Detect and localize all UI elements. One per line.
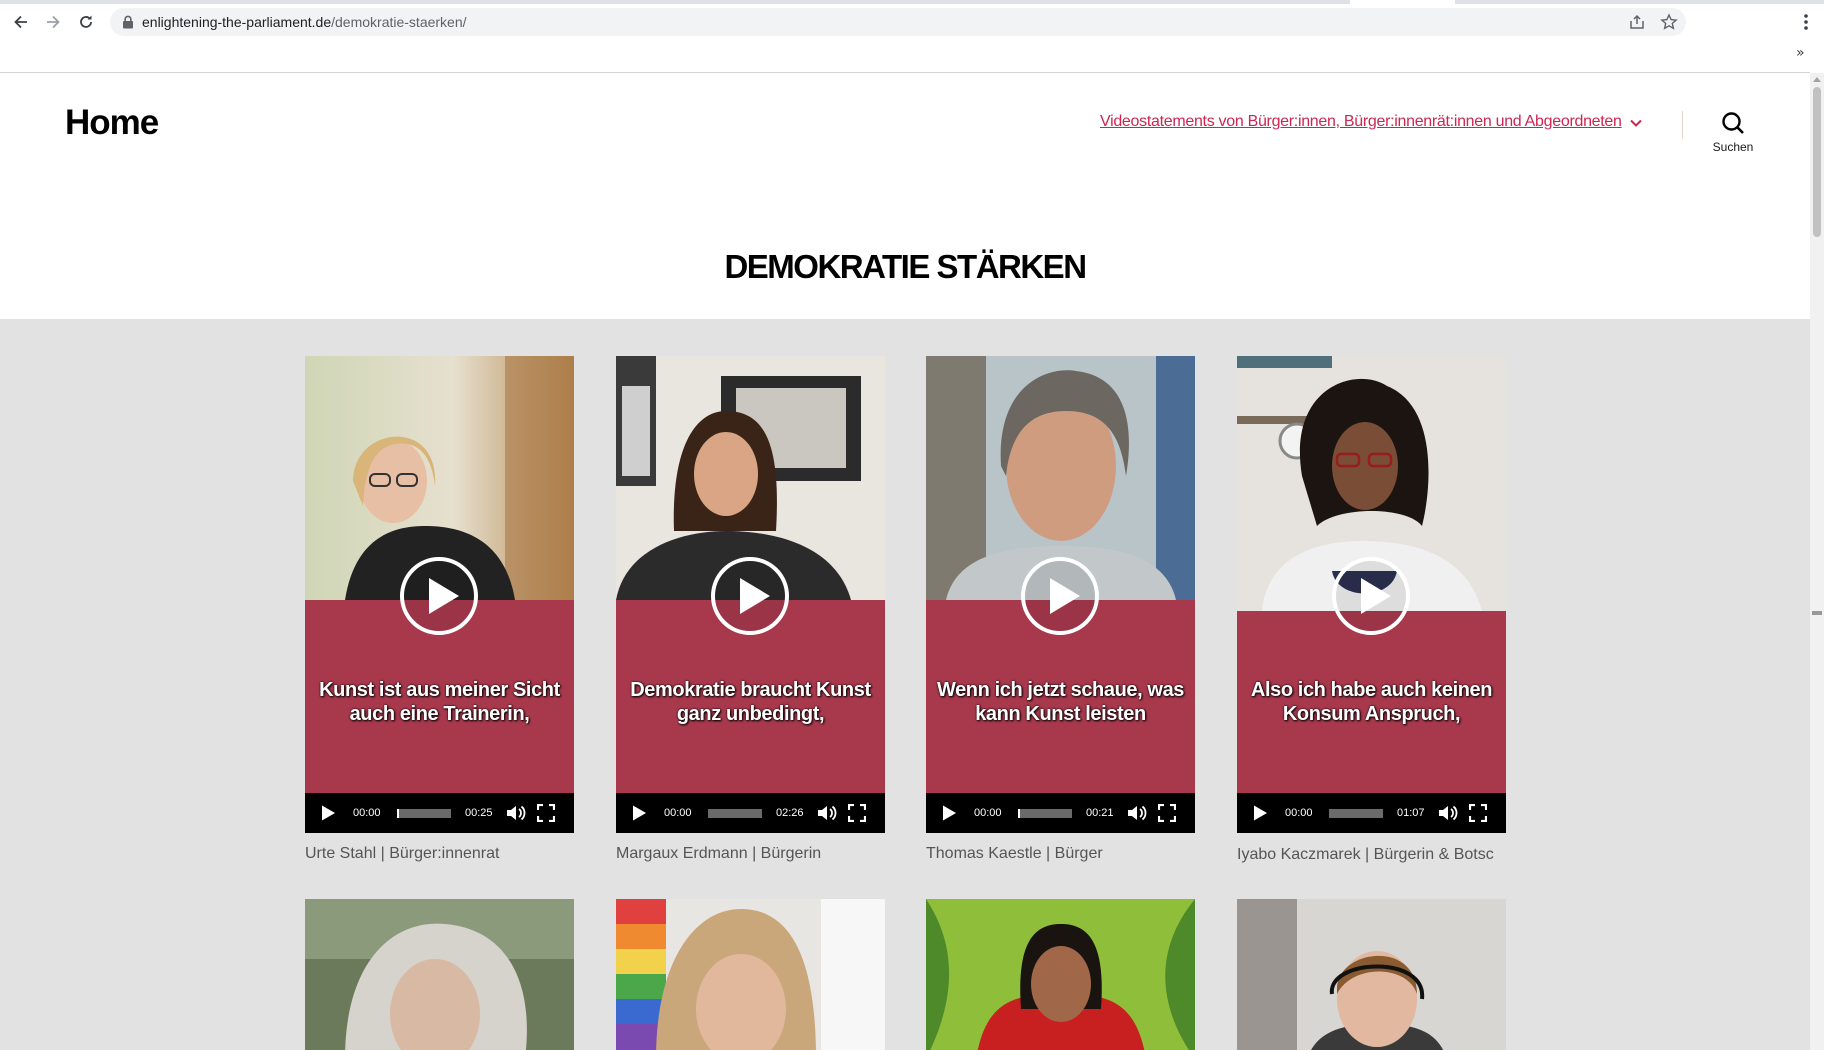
- video-caption: Also ich habe auch keinen Konsum Anspruc…: [1250, 679, 1493, 725]
- search-button[interactable]: Suchen: [1703, 111, 1763, 157]
- fullscreen-icon[interactable]: [848, 804, 866, 822]
- lock-icon: [123, 15, 133, 29]
- url-path: /demokratie-staerken/: [331, 14, 467, 30]
- play-icon[interactable]: [1020, 556, 1100, 636]
- video-thumbnail-card[interactable]: [305, 899, 574, 1050]
- nav-item-videostatements[interactable]: Videostatements von Bürger:innen, Bürger…: [1100, 113, 1622, 131]
- play-icon[interactable]: [940, 804, 958, 822]
- video-thumbnail: [926, 899, 1195, 1050]
- video-thumbnail-card[interactable]: [616, 899, 885, 1050]
- play-icon[interactable]: [1331, 556, 1411, 636]
- video-author-wrap: Iyabo Kaczmarek | Bürgerin & Botsc: [1237, 845, 1506, 872]
- video-author: Margaux Erdmann | Bürgerin: [616, 845, 822, 862]
- volume-icon[interactable]: [506, 804, 526, 822]
- scrollbar[interactable]: [1810, 73, 1824, 1050]
- progress-handle[interactable]: [1018, 809, 1020, 818]
- fullscreen-icon[interactable]: [1469, 804, 1487, 822]
- duration: 01:07: [1397, 807, 1425, 819]
- search-label: Suchen: [1712, 140, 1754, 154]
- video-controls: 00:00 00:25: [305, 793, 574, 833]
- header-divider: [1682, 111, 1683, 139]
- progress-bar[interactable]: [397, 809, 451, 818]
- video-author: Thomas Kaestle | Bürger: [926, 845, 1103, 862]
- reload-button[interactable]: [73, 9, 99, 35]
- share-icon[interactable]: [1628, 13, 1646, 31]
- url-host: enlightening-the-parliament.de: [142, 14, 332, 30]
- video-player[interactable]: Demokratie braucht Kunst ganz unbedingt,…: [616, 356, 885, 833]
- url-text: enlightening-the-parliament.de/demokrati…: [142, 14, 467, 30]
- duration: 02:26: [776, 807, 804, 819]
- video-controls: 00:00 02:26: [616, 793, 885, 833]
- volume-icon[interactable]: [1127, 804, 1147, 822]
- address-bar[interactable]: enlightening-the-parliament.de/demokrati…: [110, 8, 1686, 36]
- play-icon[interactable]: [710, 556, 790, 636]
- extensions-overflow-button[interactable]: »: [1796, 45, 1805, 61]
- volume-icon[interactable]: [1438, 804, 1458, 822]
- current-time: 00:00: [1285, 807, 1313, 819]
- page-title: DEMOKRATIE STÄRKEN: [724, 248, 1087, 285]
- tab-strip: [0, 0, 1824, 4]
- kebab-menu-icon[interactable]: [1800, 12, 1812, 32]
- volume-icon[interactable]: [817, 804, 837, 822]
- video-controls: 00:00 00:21: [926, 793, 1195, 833]
- current-time: 00:00: [353, 807, 381, 819]
- scrollbar-thumb[interactable]: [1813, 87, 1821, 237]
- video-caption: Wenn ich jetzt schaue, was kann Kunst le…: [936, 679, 1185, 725]
- reload-icon: [80, 15, 92, 28]
- video-thumbnail-card[interactable]: [926, 899, 1195, 1050]
- video-caption: Kunst ist aus meiner Sicht auch eine Tra…: [319, 679, 560, 725]
- video-caption: Demokratie braucht Kunst ganz unbedingt,: [630, 679, 871, 725]
- video-player[interactable]: Kunst ist aus meiner Sicht auch eine Tra…: [305, 356, 574, 833]
- video-author: Urte Stahl | Bürger:innenrat: [305, 845, 500, 862]
- arrow-left-icon: [14, 15, 27, 29]
- search-icon: [1722, 112, 1744, 134]
- video-thumbnail-card[interactable]: [1237, 899, 1506, 1050]
- video-thumbnail: [616, 899, 885, 1050]
- scroll-marker: [1812, 611, 1822, 615]
- play-icon[interactable]: [319, 804, 337, 822]
- scroll-up-arrow[interactable]: [1813, 77, 1821, 82]
- forward-button[interactable]: [40, 9, 66, 35]
- current-time: 00:00: [974, 807, 1002, 819]
- fullscreen-icon[interactable]: [1158, 804, 1176, 822]
- back-button[interactable]: [8, 9, 34, 35]
- current-time: 00:00: [664, 807, 692, 819]
- progress-bar[interactable]: [1329, 809, 1383, 818]
- duration: 00:21: [1086, 807, 1114, 819]
- site-header: Home Videostatements von Bürger:innen, B…: [0, 73, 1810, 319]
- fullscreen-icon[interactable]: [537, 804, 555, 822]
- chevron-down-icon[interactable]: [1629, 116, 1643, 130]
- play-icon[interactable]: [1251, 804, 1269, 822]
- video-controls: 00:00 01:07: [1237, 793, 1506, 833]
- video-thumbnail: [1237, 899, 1506, 1050]
- video-player[interactable]: Also ich habe auch keinen Konsum Anspruc…: [1237, 356, 1506, 833]
- duration: 00:25: [465, 807, 493, 819]
- play-icon[interactable]: [630, 804, 648, 822]
- tab-indicator: [1350, 0, 1455, 4]
- video-player[interactable]: Wenn ich jetzt schaue, was kann Kunst le…: [926, 356, 1195, 833]
- star-icon[interactable]: [1660, 13, 1678, 31]
- arrow-right-icon: [47, 15, 60, 29]
- video-thumbnail: [305, 899, 574, 1050]
- site-title-link[interactable]: Home: [65, 103, 159, 143]
- play-icon[interactable]: [399, 556, 479, 636]
- progress-handle[interactable]: [397, 809, 399, 818]
- progress-bar[interactable]: [1018, 809, 1072, 818]
- progress-bar[interactable]: [708, 809, 762, 818]
- video-grid: Kunst ist aus meiner Sicht auch eine Tra…: [0, 319, 1810, 1050]
- video-author: Iyabo Kaczmarek | Bürgerin & Botsc: [1237, 846, 1494, 863]
- browser-toolbar: enlightening-the-parliament.de/demokrati…: [0, 0, 1824, 44]
